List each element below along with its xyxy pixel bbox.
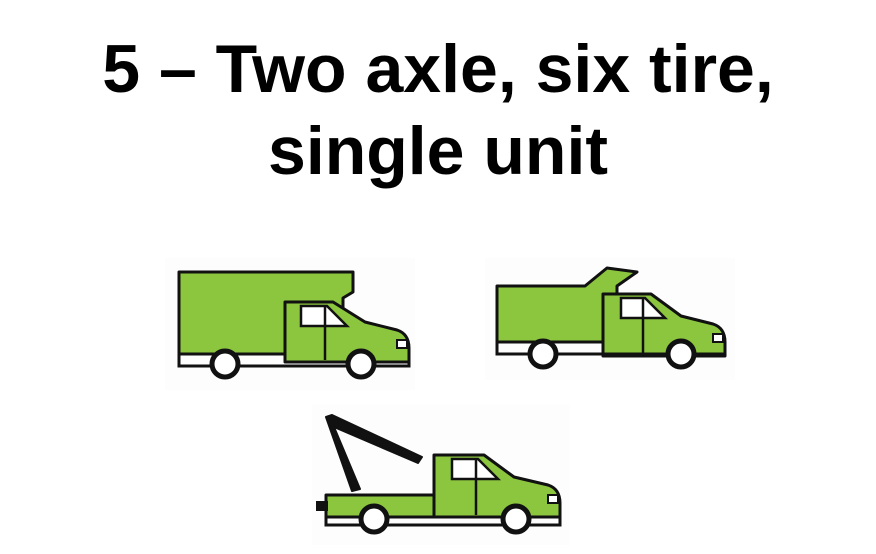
title-line-2: single unit: [268, 113, 608, 189]
title-line-1: 5 – Two axle, six tire,: [102, 31, 774, 107]
slide-title: 5 – Two axle, six tire, single unit: [0, 28, 876, 192]
tow-truck-icon: [312, 405, 570, 545]
dump-truck-icon: [485, 258, 735, 380]
box-truck-icon: [165, 258, 415, 390]
